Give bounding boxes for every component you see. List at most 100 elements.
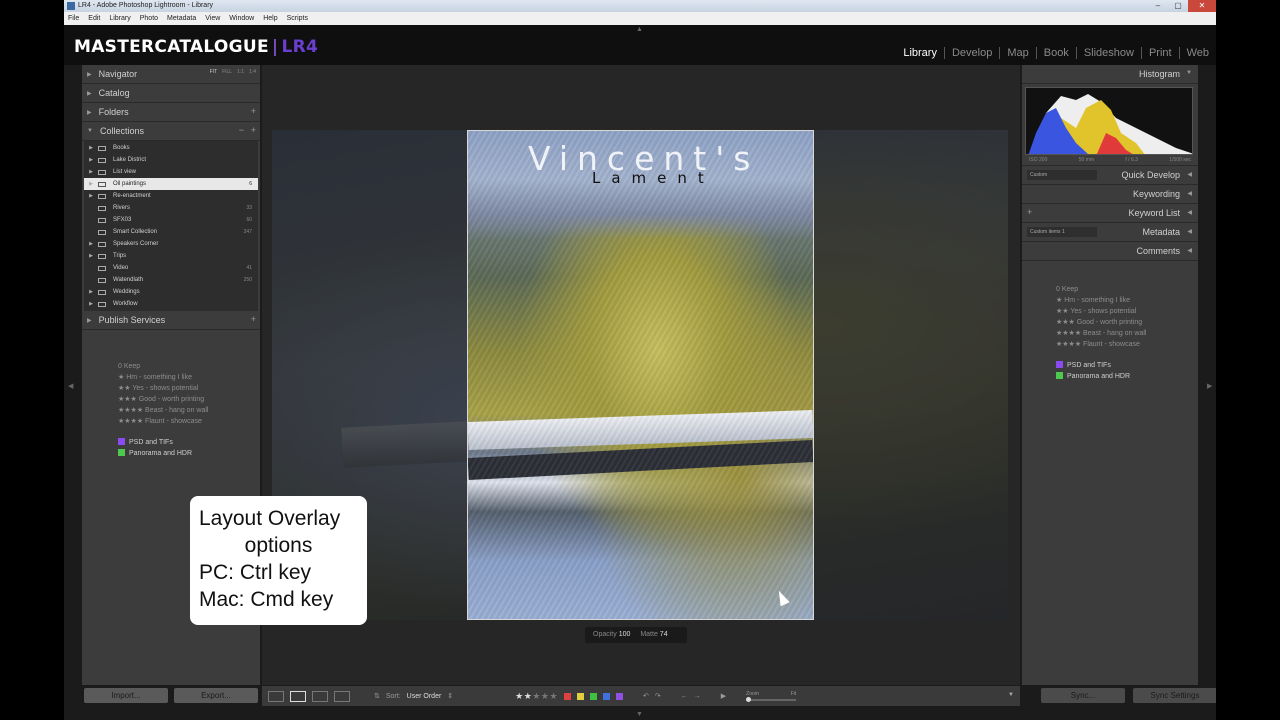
grid-view-icon[interactable] xyxy=(268,690,284,702)
close-icon[interactable]: ✕ xyxy=(1188,0,1216,12)
collection-item-video[interactable]: Video 41 xyxy=(84,262,258,274)
nav-option-fill[interactable]: FILL xyxy=(222,69,232,75)
maximize-icon[interactable]: ▢ xyxy=(1168,0,1188,12)
expand-triangle-icon[interactable]: ▶ xyxy=(84,301,98,307)
sort-order-select[interactable]: User Order xyxy=(407,693,442,700)
crop-handle-top-right[interactable] xyxy=(808,131,813,136)
bottom-panel-toggle-icon[interactable]: ▼ xyxy=(636,711,643,718)
quick-develop-header[interactable]: Custom Quick Develop ◀ xyxy=(1022,166,1198,185)
previous-photo-icon[interactable]: ← xyxy=(681,693,688,700)
expand-triangle-icon[interactable]: ▶ xyxy=(84,253,98,259)
loupe-view-icon[interactable] xyxy=(290,690,306,702)
layout-overlay-frame[interactable]: Vincent's Lament xyxy=(467,130,814,620)
expand-triangle-icon[interactable]: ▶ xyxy=(84,181,98,187)
add-collection-icon[interactable]: + xyxy=(251,125,256,135)
nav-option-fit[interactable]: FIT xyxy=(210,69,218,75)
module-print[interactable]: Print xyxy=(1140,47,1179,59)
expand-triangle-icon[interactable]: ▶ xyxy=(84,169,98,175)
matte-value[interactable]: 74 xyxy=(660,631,668,638)
menu-scripts[interactable]: Scripts xyxy=(287,12,308,25)
collection-item-workflow[interactable]: ▶ Workflow xyxy=(84,298,258,310)
publish-services-header[interactable]: ▶ Publish Services + xyxy=(82,311,260,330)
collection-item-list-view[interactable]: ▶ List view xyxy=(84,166,258,178)
collection-item-sfx03[interactable]: SFX03 60 xyxy=(84,214,258,226)
green-label-icon[interactable] xyxy=(590,692,598,700)
add-publish-service-icon[interactable]: + xyxy=(251,314,256,324)
module-map[interactable]: Map xyxy=(999,47,1035,59)
minimize-icon[interactable]: – xyxy=(1148,0,1168,12)
add-folder-icon[interactable]: + xyxy=(251,106,256,116)
catalog-header[interactable]: ▶ Catalog xyxy=(82,84,260,103)
collection-item-oil-paintings[interactable]: ▶ Oil paintings 6 xyxy=(84,178,258,190)
keyword-list-header[interactable]: + Keyword List ◀ xyxy=(1022,204,1198,223)
sync-settings-button[interactable]: Sync Settings xyxy=(1133,688,1216,703)
yellow-label-icon[interactable] xyxy=(577,692,585,700)
menu-help[interactable]: Help xyxy=(263,12,277,25)
opacity-value[interactable]: 100 xyxy=(619,631,631,638)
expand-triangle-icon[interactable]: ▶ xyxy=(84,145,98,151)
menu-metadata[interactable]: Metadata xyxy=(167,12,196,25)
collection-item-smart-collection[interactable]: Smart Collection 247 xyxy=(84,226,258,238)
nav-option-1-4[interactable]: 1:4 xyxy=(249,69,256,75)
metadata-preset[interactable]: Custom items 1 xyxy=(1027,227,1097,237)
import-button[interactable]: Import... xyxy=(84,688,168,703)
slideshow-play-icon[interactable]: ▶ xyxy=(721,692,726,700)
crop-handle-bottom-left[interactable] xyxy=(468,614,473,619)
keywording-header[interactable]: Keywording ◀ xyxy=(1022,185,1198,204)
toolbar-options-dropdown-icon[interactable]: ▼ xyxy=(1008,692,1014,698)
collection-item-watendlath[interactable]: Watendlath 250 xyxy=(84,274,258,286)
menu-file[interactable]: File xyxy=(68,12,79,25)
sync-button[interactable]: Sync... xyxy=(1041,688,1125,703)
expand-triangle-icon[interactable]: ▶ xyxy=(84,289,98,295)
expand-triangle-icon[interactable]: ▶ xyxy=(84,241,98,247)
comments-header[interactable]: Comments ◀ xyxy=(1022,242,1198,261)
collection-item-speakers-corner[interactable]: ▶ Speakers Corner xyxy=(84,238,258,250)
survey-view-icon[interactable] xyxy=(334,690,350,702)
collection-item-re-enactment[interactable]: ▶ Re-enactment xyxy=(84,190,258,202)
menu-library[interactable]: Library xyxy=(109,12,130,25)
crop-handle-bottom-right[interactable] xyxy=(808,614,813,619)
menu-window[interactable]: Window xyxy=(229,12,254,25)
expand-triangle-icon[interactable]: ▶ xyxy=(84,157,98,163)
top-panel-toggle-icon[interactable]: ▲ xyxy=(636,26,643,33)
crop-handle-top-left[interactable] xyxy=(468,131,473,136)
menu-edit[interactable]: Edit xyxy=(88,12,100,25)
loupe-view[interactable]: Vincent's Lament Opacity 100 Matte 74 xyxy=(262,65,1020,685)
nav-option-1-1[interactable]: 1:1 xyxy=(237,69,244,75)
zoom-slider[interactable] xyxy=(746,697,797,702)
module-web[interactable]: Web xyxy=(1178,47,1216,59)
blue-label-icon[interactable] xyxy=(603,692,611,700)
left-panel-toggle-icon[interactable]: ◀ xyxy=(68,382,73,390)
purple-label-icon[interactable] xyxy=(616,692,624,700)
navigator-header[interactable]: ▶ Navigator FIT FILL 1:1 1:4 xyxy=(82,65,260,84)
menu-view[interactable]: View xyxy=(205,12,220,25)
collections-header[interactable]: ▼ Collections − + xyxy=(82,122,260,141)
folders-header[interactable]: ▶ Folders + xyxy=(82,103,260,122)
menu-photo[interactable]: Photo xyxy=(140,12,158,25)
rotate-right-icon[interactable]: ↷ xyxy=(655,692,661,700)
expand-triangle-icon[interactable]: ▶ xyxy=(84,193,98,199)
red-label-icon[interactable] xyxy=(564,692,572,700)
collection-item-lake-district[interactable]: ▶ Lake District xyxy=(84,154,258,166)
module-library[interactable]: Library xyxy=(896,47,944,59)
add-keyword-icon[interactable]: + xyxy=(1027,207,1032,217)
module-develop[interactable]: Develop xyxy=(943,47,999,59)
remove-collection-icon[interactable]: − xyxy=(239,125,244,135)
module-slideshow[interactable]: Slideshow xyxy=(1075,47,1141,59)
collection-item-trips[interactable]: ▶ Trips xyxy=(84,250,258,262)
metadata-header[interactable]: Custom items 1 Metadata ◀ xyxy=(1022,223,1198,242)
compare-view-icon[interactable] xyxy=(312,690,328,702)
histogram-header[interactable]: Histogram ▼ xyxy=(1022,65,1198,84)
export-button[interactable]: Export... xyxy=(174,688,258,703)
histogram-graph[interactable] xyxy=(1025,87,1193,155)
right-panel-toggle-icon[interactable]: ▶ xyxy=(1207,382,1212,390)
next-photo-icon[interactable]: → xyxy=(694,693,701,700)
collection-item-rivers[interactable]: Rivers 33 xyxy=(84,202,258,214)
collection-item-books[interactable]: ▶ Books xyxy=(84,142,258,154)
rotate-left-icon[interactable]: ↶ xyxy=(643,692,649,700)
collection-item-weddings[interactable]: ▶ Weddings xyxy=(84,286,258,298)
overlay-opacity-matte-readout[interactable]: Opacity 100 Matte 74 xyxy=(585,627,687,643)
sort-dropdown-icon[interactable]: ⇕ xyxy=(447,692,453,700)
quick-develop-preset[interactable]: Custom xyxy=(1027,170,1097,180)
module-book[interactable]: Book xyxy=(1035,47,1076,59)
